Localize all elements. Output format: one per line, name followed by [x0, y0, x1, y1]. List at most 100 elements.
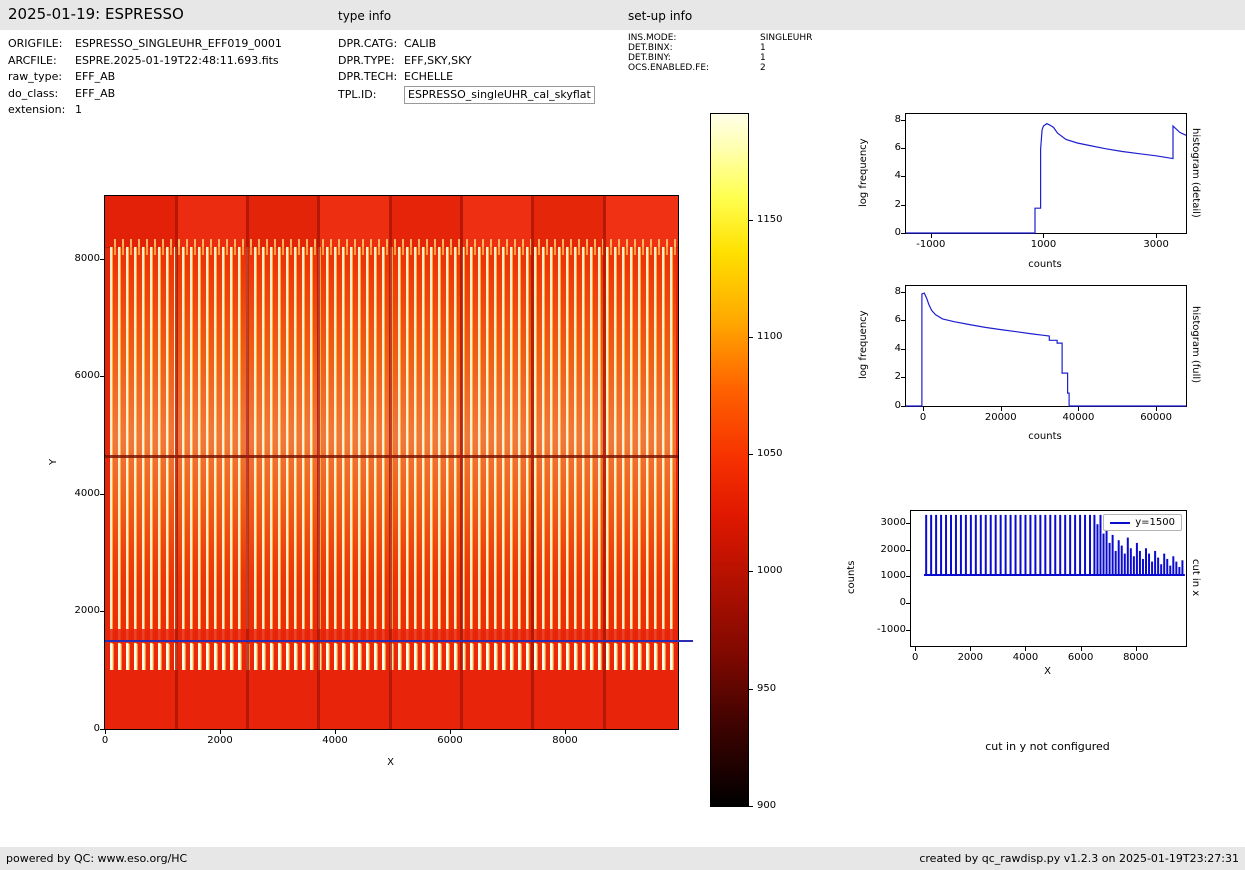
- setup-info-block: INS.MODE:SINGLEUHRDET.BINX:1DET.BINY:1OC…: [628, 33, 812, 73]
- info-row: DPR.TECH:ECHELLE: [338, 69, 595, 86]
- info-row: DET.BINY:1: [628, 53, 812, 63]
- file-info-block: ORIGFILE:ESPRESSO_SINGLEUHR_EFF019_0001A…: [8, 36, 282, 119]
- y-tick-label: -1000: [864, 624, 906, 635]
- cut-in-y-note: cut in y not configured: [910, 740, 1185, 753]
- y-tick-mark: [901, 148, 905, 149]
- x-tick-label: 1000: [1031, 239, 1056, 250]
- info-value: EFF_AB: [75, 86, 115, 103]
- info-label: INS.MODE:: [628, 33, 760, 43]
- y-tick-label: 3000: [864, 517, 906, 528]
- legend-label: y=1500: [1135, 517, 1175, 528]
- info-value: ECHELLE: [404, 69, 453, 86]
- cut-plot-ylabel: counts: [846, 510, 857, 645]
- histogram-detail-plot: -10001000300002468: [905, 113, 1187, 234]
- cut-plot-xlabel: X: [910, 666, 1185, 677]
- colorbar: 1150110010501000950900: [710, 113, 749, 807]
- y-tick-label: 2000: [58, 605, 100, 616]
- x-tick-mark: [1081, 647, 1082, 651]
- histogram-detail-ylabel: log frequency: [858, 113, 869, 232]
- info-row: INS.MODE:SINGLEUHR: [628, 33, 812, 43]
- detector-stripe-tips: [110, 644, 676, 671]
- x-tick-label: 0: [912, 652, 918, 663]
- footer-created-by: created by qc_rawdisp.py v1.2.3 on 2025-…: [919, 852, 1239, 865]
- info-row: do_class:EFF_AB: [8, 86, 282, 103]
- colorbar-tick-mark: [749, 571, 753, 572]
- info-value: ESPRE.2025-01-19T22:48:11.693.fits: [75, 53, 279, 70]
- info-label: ARCFILE:: [8, 53, 75, 70]
- x-tick-mark: [335, 730, 336, 734]
- detector-segment-boundary: [389, 196, 392, 729]
- info-value: ESPRESSO_singleUHR_cal_skyflat: [404, 86, 595, 105]
- y-tick-mark: [906, 550, 910, 551]
- info-value: ESPRESSO_SINGLEUHR_EFF019_0001: [75, 36, 282, 53]
- x-tick-mark: [220, 730, 221, 734]
- y-tick-mark: [901, 349, 905, 350]
- histogram-detail-xlabel: counts: [905, 259, 1185, 270]
- detector-segment-boundary: [246, 196, 249, 729]
- detector-segment-boundary: [175, 196, 178, 729]
- y-tick-mark: [100, 259, 104, 260]
- info-row: raw_type:EFF_AB: [8, 69, 282, 86]
- footer-credit-link[interactable]: powered by QC: www.eso.org/HC: [6, 852, 187, 865]
- info-value: 1: [760, 53, 766, 63]
- legend-line-swatch: [1110, 522, 1130, 524]
- info-label: raw_type:: [8, 69, 75, 86]
- colorbar-tick-mark: [749, 806, 753, 807]
- cut-line-y1500: [105, 640, 693, 642]
- histogram-full-ylabel: log frequency: [858, 285, 869, 405]
- y-tick-label: 1000: [864, 570, 906, 581]
- setup-info-heading: set-up info: [628, 9, 692, 23]
- x-tick-mark: [1025, 647, 1026, 651]
- info-value: CALIB: [404, 36, 436, 53]
- x-tick-label: 3000: [1143, 239, 1168, 250]
- x-tick-mark: [931, 234, 932, 238]
- x-tick-mark: [450, 730, 451, 734]
- info-row: TPL.ID:ESPRESSO_singleUHR_cal_skyflat: [338, 86, 595, 105]
- x-tick-label: 6000: [1068, 652, 1093, 663]
- info-row: extension:1: [8, 102, 282, 119]
- info-row: ARCFILE:ESPRE.2025-01-19T22:48:11.693.fi…: [8, 53, 282, 70]
- info-label: OCS.ENABLED.FE:: [628, 63, 760, 73]
- x-tick-mark: [1043, 234, 1044, 238]
- chart-canvas: [906, 286, 1186, 406]
- detector-segment-boundary: [603, 196, 606, 729]
- main-plot-xlabel: X: [104, 757, 677, 768]
- info-label: DPR.TECH:: [338, 69, 404, 86]
- info-row: DET.BINX:1: [628, 43, 812, 53]
- info-label: DPR.TYPE:: [338, 53, 404, 70]
- histogram-line: [906, 293, 1186, 406]
- chart-canvas: [906, 114, 1186, 233]
- histogram-line: [906, 124, 1186, 233]
- colorbar-tick-mark: [749, 337, 753, 338]
- type-info-block: DPR.CATG:CALIBDPR.TYPE:EFF,SKY,SKYDPR.TE…: [338, 36, 595, 104]
- info-value: 1: [760, 43, 766, 53]
- y-tick-mark: [901, 320, 905, 321]
- histogram-detail-right-label: histogram (detail): [1190, 113, 1201, 232]
- cut-in-x-plot: y=1500 02000400060008000-100001000200030…: [910, 510, 1187, 647]
- x-tick-label: 8000: [1123, 652, 1148, 663]
- y-tick-mark: [901, 120, 905, 121]
- y-tick-label: 0: [58, 723, 100, 734]
- x-tick-label: 2000: [207, 735, 232, 746]
- y-tick-mark: [901, 377, 905, 378]
- y-tick-mark: [906, 576, 910, 577]
- info-value: 2: [760, 63, 766, 73]
- x-tick-label: 4000: [1013, 652, 1038, 663]
- info-label: TPL.ID:: [338, 87, 404, 104]
- detector-order-stripes: [110, 247, 676, 671]
- x-tick-mark: [105, 730, 106, 734]
- x-tick-mark: [1078, 407, 1079, 411]
- x-tick-label: -1000: [916, 239, 945, 250]
- info-row: DPR.CATG:CALIB: [338, 36, 595, 53]
- page-title: 2025-01-19: ESPRESSO: [8, 5, 184, 23]
- info-label: ORIGFILE:: [8, 36, 75, 53]
- info-value: EFF,SKY,SKY: [404, 53, 472, 70]
- x-tick-label: 60000: [1140, 412, 1172, 423]
- x-tick-mark: [970, 647, 971, 651]
- colorbar-tick-mark: [749, 220, 753, 221]
- colorbar-tick-label: 1150: [757, 214, 782, 225]
- histogram-full-right-label: histogram (full): [1190, 285, 1201, 405]
- info-row: OCS.ENABLED.FE:2: [628, 63, 812, 73]
- info-row: ORIGFILE:ESPRESSO_SINGLEUHR_EFF019_0001: [8, 36, 282, 53]
- detector-image-plot: 0200040006000800002000400060008000: [104, 195, 679, 730]
